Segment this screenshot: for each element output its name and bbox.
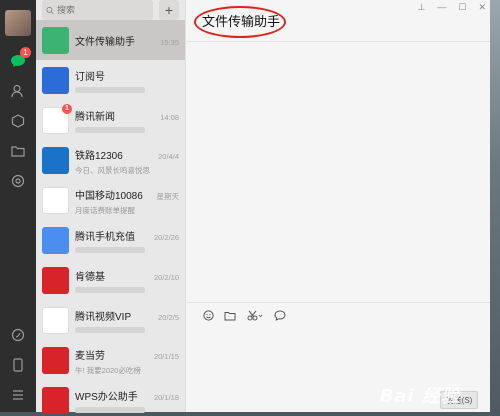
blurred-preview	[75, 246, 145, 253]
search-box[interactable]	[42, 0, 153, 20]
conversation-name: 订阅号	[75, 71, 105, 83]
baidu-jingyan-watermark: Bai 经验	[379, 386, 460, 407]
title-highlight-circle	[194, 6, 286, 38]
user-avatar[interactable]	[5, 10, 31, 36]
desktop-background-right	[490, 0, 500, 416]
railway-icon	[42, 146, 69, 174]
conversation-text: 麦当劳 20/1/15 牛! 我要2020必吃榜	[75, 347, 179, 374]
conversation-text: 中国移动10086 星期天月度话费账单提醒	[75, 187, 179, 214]
search-input[interactable]	[57, 5, 149, 15]
tencent-video-icon	[42, 306, 69, 334]
conversation-preview: 月度话费账单提醒	[75, 205, 135, 214]
conversation-name: 铁路12306	[75, 150, 123, 162]
send-file-icon[interactable]	[224, 310, 236, 322]
emoji-icon[interactable]	[202, 310, 214, 322]
blurred-preview	[75, 86, 145, 93]
conversation-text: 腾讯视频VIP 20/2/5	[75, 308, 179, 333]
add-button[interactable]: +	[159, 0, 179, 20]
moments-nav-icon[interactable]	[7, 170, 29, 192]
conversation-time: 15:35	[160, 37, 179, 47]
chat-history-icon[interactable]	[274, 310, 286, 322]
window-controls: ⊥ — ☐ ✕	[418, 2, 486, 13]
conversation-list: 文件传输助手 15:35 订阅号 1 腾讯新闻 14:08 铁路12306 20/4/4 今日、…	[36, 20, 185, 416]
conversation-item[interactable]: 腾讯视频VIP 20/2/5	[36, 300, 185, 340]
conversation-name: 麦当劳	[75, 350, 105, 362]
wechat-window: 1 搜索 + 文件传输助手 15:35 订阅号 1 腾讯新闻 14:08 铁路1…	[0, 0, 490, 414]
conversation-text: 文件传输助手 15:35	[75, 33, 179, 48]
blurred-preview	[75, 126, 145, 133]
collections-nav-icon[interactable]	[7, 110, 29, 132]
unread-badge: 1	[62, 103, 72, 114]
conversation-preview: 今日、风景长鸣喜悦思	[75, 165, 150, 174]
nav-rail: 1	[0, 0, 36, 412]
chat-unread-badge: 1	[20, 47, 31, 58]
conversation-time: 20/2/26	[153, 232, 179, 242]
conversation-name: 文件传输助手	[75, 36, 135, 48]
conversation-item[interactable]: 订阅号	[36, 60, 185, 100]
conversation-item[interactable]: 1 腾讯新闻 14:08	[36, 100, 185, 140]
message-area	[186, 42, 490, 302]
rail-bottom-group	[0, 316, 36, 406]
search-icon	[46, 6, 54, 14]
conversation-time: 20/2/5	[158, 312, 179, 322]
mcdonalds-icon	[42, 346, 69, 374]
conversation-name: 腾讯手机充值	[75, 231, 135, 243]
conversation-item[interactable]: 中国移动10086 星期天月度话费账单提醒	[36, 180, 185, 220]
blurred-preview	[75, 326, 145, 333]
conversation-item[interactable]: 麦当劳 20/1/15 牛! 我要2020必吃榜	[36, 340, 185, 380]
conversation-name: 腾讯视频VIP	[75, 311, 132, 323]
mini-programs-icon[interactable]	[7, 324, 29, 346]
conversation-item[interactable]: 文件传输助手 15:35	[36, 20, 185, 60]
conversation-name: 中国移动10086	[75, 190, 143, 202]
pin-icon[interactable]: ⊥	[418, 2, 426, 13]
conversation-item[interactable]: 肯德基 20/2/10	[36, 260, 185, 300]
contacts-nav-icon[interactable]	[7, 80, 29, 102]
blurred-preview	[75, 406, 145, 413]
conversation-name: 肯德基	[75, 271, 105, 283]
menu-icon[interactable]	[7, 384, 29, 406]
china-mobile-icon	[42, 186, 69, 214]
conversation-time: 星期天	[156, 191, 180, 201]
conversation-item[interactable]: WPS办公助手 20/1/18	[36, 380, 185, 416]
phone-topup-icon	[42, 226, 69, 254]
minimize-icon[interactable]: —	[437, 2, 446, 13]
conversation-name: WPS办公助手	[75, 391, 138, 403]
conversation-time: 14:08	[160, 112, 179, 122]
message-input[interactable]	[186, 328, 490, 388]
conversation-time: 20/1/15	[153, 351, 179, 361]
conversation-text: WPS办公助手 20/1/18	[75, 388, 179, 413]
close-icon[interactable]: ✕	[478, 2, 486, 13]
conversation-text: 腾讯新闻 14:08	[75, 108, 179, 133]
subscription-icon	[42, 66, 69, 94]
search-row: +	[36, 0, 185, 20]
files-nav-icon[interactable]	[7, 140, 29, 162]
conversation-text: 腾讯手机充值 20/2/26	[75, 228, 179, 253]
conversation-time: 20/1/18	[153, 392, 179, 402]
conversation-name: 腾讯新闻	[75, 111, 115, 123]
screenshot-icon[interactable]	[246, 310, 264, 322]
folder-icon	[42, 26, 69, 54]
chat-header: 文件传输助手 ⊥ — ☐ ✕	[186, 0, 490, 42]
conversation-text: 铁路12306 20/4/4 今日、风景长鸣喜悦思	[75, 147, 179, 174]
conversation-text: 订阅号	[75, 68, 179, 93]
phone-icon[interactable]	[7, 354, 29, 376]
blurred-preview	[75, 286, 145, 293]
kfc-icon	[42, 266, 69, 294]
tencent-news-icon: 1	[42, 103, 72, 134]
conversation-time: 20/2/10	[153, 272, 179, 282]
maximize-icon[interactable]: ☐	[458, 2, 466, 13]
conversation-list-pane: + 文件传输助手 15:35 订阅号 1腾讯新闻 14:08 铁路12306 20/4/4 今…	[36, 0, 185, 414]
chat-pane: 文件传输助手 ⊥ — ☐ ✕ 发送(S)	[185, 0, 490, 412]
chat-nav-icon[interactable]: 1	[7, 47, 31, 72]
wps-icon	[42, 386, 69, 414]
input-toolbar	[186, 302, 490, 328]
conversation-item[interactable]: 腾讯手机充值 20/2/26	[36, 220, 185, 260]
conversation-preview: 牛! 我要2020必吃榜	[75, 365, 141, 374]
conversation-time: 20/4/4	[158, 151, 179, 161]
conversation-item[interactable]: 铁路12306 20/4/4 今日、风景长鸣喜悦思	[36, 140, 185, 180]
conversation-text: 肯德基 20/2/10	[75, 268, 179, 293]
